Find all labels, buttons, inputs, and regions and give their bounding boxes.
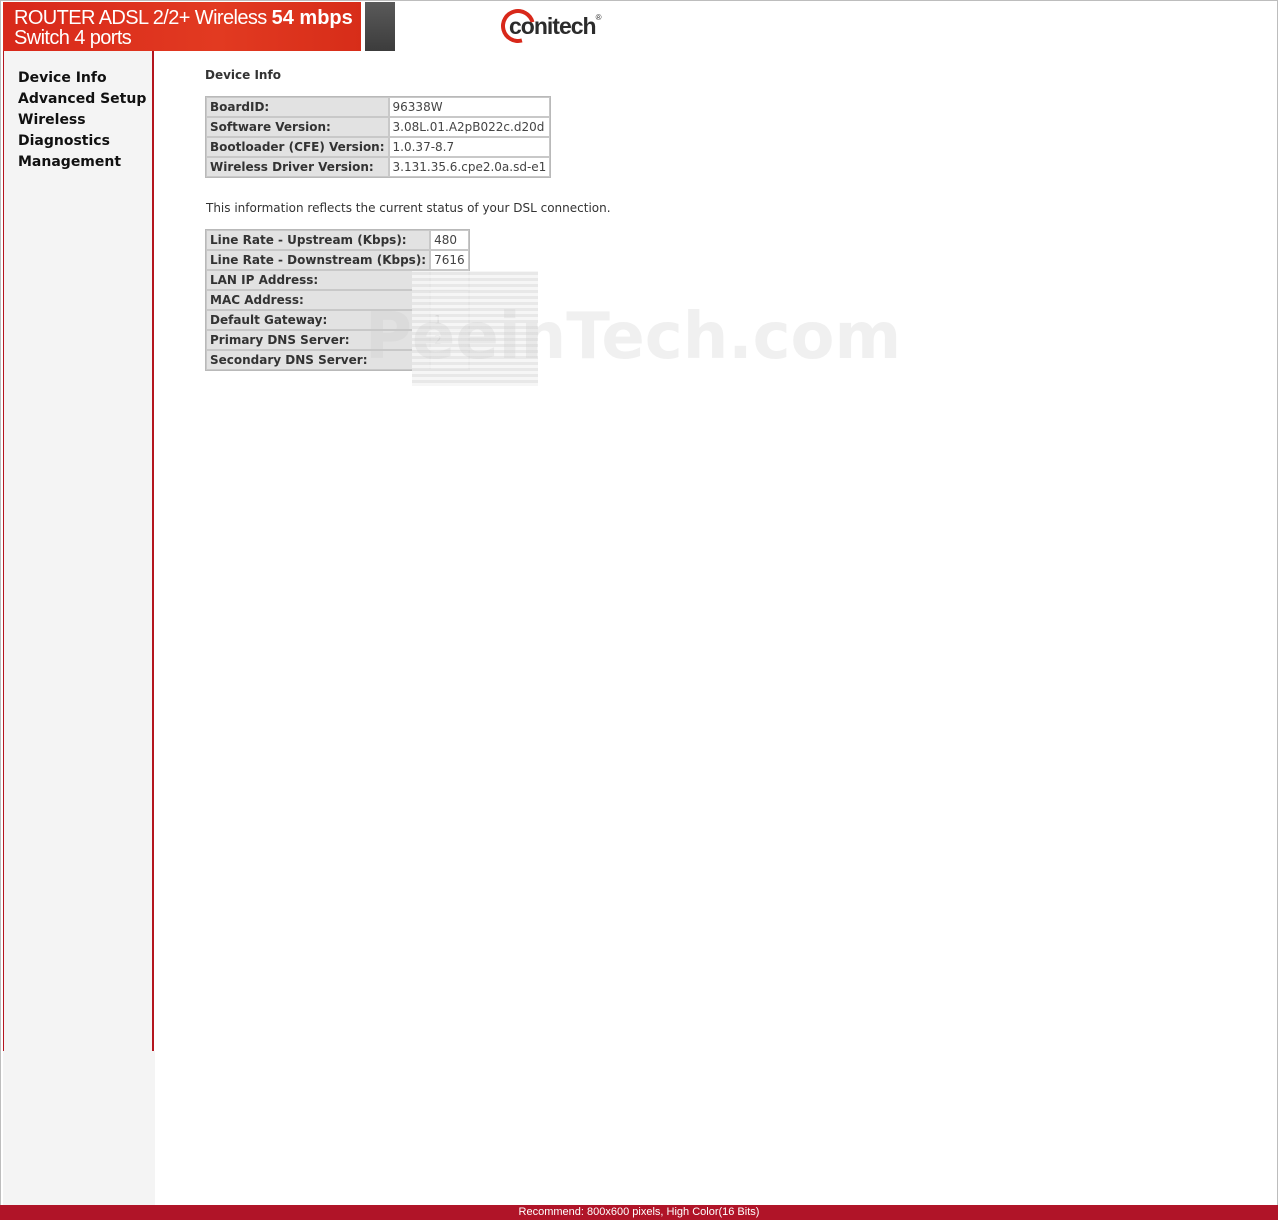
wireless-driver-version-value: 3.131.35.6.cpe2.0a.sd-e1 xyxy=(388,157,551,177)
software-version-label: Software Version: xyxy=(206,117,389,137)
footer-bar: Recommend: 800x600 pixels, High Color(16… xyxy=(0,1205,1278,1220)
upstream-rate-label: Line Rate - Upstream (Kbps): xyxy=(206,230,431,250)
banner-line-2: Switch 4 ports xyxy=(14,27,132,49)
wireless-driver-version-label: Wireless Driver Version: xyxy=(206,157,389,177)
table-row: Wireless Driver Version: 3.131.35.6.cpe2… xyxy=(206,157,551,177)
redaction-mask xyxy=(412,271,538,386)
banner-model: ROUTER ADSL 2/2+ Wireless xyxy=(14,7,272,29)
sidebar-item-diagnostics[interactable]: Diagnostics xyxy=(18,131,146,152)
sidebar-item-wireless[interactable]: Wireless xyxy=(18,110,146,131)
sidebar-item-advanced-setup[interactable]: Advanced Setup xyxy=(18,89,146,110)
dsl-status-note: This information reflects the current st… xyxy=(206,201,611,215)
banner-dark-block xyxy=(365,2,395,51)
sidebar-lower-area xyxy=(3,1051,155,1205)
board-id-label: BoardID: xyxy=(206,97,389,117)
product-banner: ROUTER ADSL 2/2+ Wireless 54 mbps Switch… xyxy=(3,2,361,51)
device-info-table: BoardID: 96338W Software Version: 3.08L.… xyxy=(205,96,552,178)
bootloader-version-label: Bootloader (CFE) Version: xyxy=(206,137,389,157)
conitech-logo: conitech® xyxy=(494,2,611,51)
banner-speed: 54 mbps xyxy=(271,7,353,29)
table-row: Line Rate - Downstream (Kbps): 7616 xyxy=(206,250,469,270)
logo-registered-mark: ® xyxy=(595,13,602,22)
sidebar-menu: Device Info Advanced Setup Wireless Diag… xyxy=(3,51,154,1051)
lan-ip-label: LAN IP Address: xyxy=(206,270,431,290)
page-title: Device Info xyxy=(205,68,281,82)
table-row: Software Version: 3.08L.01.A2pB022c.d20d xyxy=(206,117,551,137)
downstream-rate-label: Line Rate - Downstream (Kbps): xyxy=(206,250,431,270)
logo-text: conitech® xyxy=(509,13,602,40)
downstream-rate-value: 7616 xyxy=(430,250,469,270)
table-row: Bootloader (CFE) Version: 1.0.37-8.7 xyxy=(206,137,551,157)
board-id-value: 96338W xyxy=(388,97,551,117)
table-row: BoardID: 96338W xyxy=(206,97,551,117)
nav-menu: Device Info Advanced Setup Wireless Diag… xyxy=(18,68,146,173)
primary-dns-label: Primary DNS Server: xyxy=(206,330,431,350)
sidebar-item-management[interactable]: Management xyxy=(18,152,146,173)
table-row: Line Rate - Upstream (Kbps): 480 xyxy=(206,230,469,250)
logo-wordmark: conitech xyxy=(509,13,597,39)
bootloader-version-value: 1.0.37-8.7 xyxy=(388,137,551,157)
secondary-dns-label: Secondary DNS Server: xyxy=(206,350,431,370)
header: ROUTER ADSL 2/2+ Wireless 54 mbps Switch… xyxy=(3,2,1277,51)
window-frame xyxy=(0,0,1278,1205)
default-gateway-label: Default Gateway: xyxy=(206,310,431,330)
mac-address-label: MAC Address: xyxy=(206,290,431,310)
upstream-rate-value: 480 xyxy=(430,230,469,250)
sidebar-item-device-info[interactable]: Device Info xyxy=(18,68,146,89)
software-version-value: 3.08L.01.A2pB022c.d20d xyxy=(388,117,551,137)
